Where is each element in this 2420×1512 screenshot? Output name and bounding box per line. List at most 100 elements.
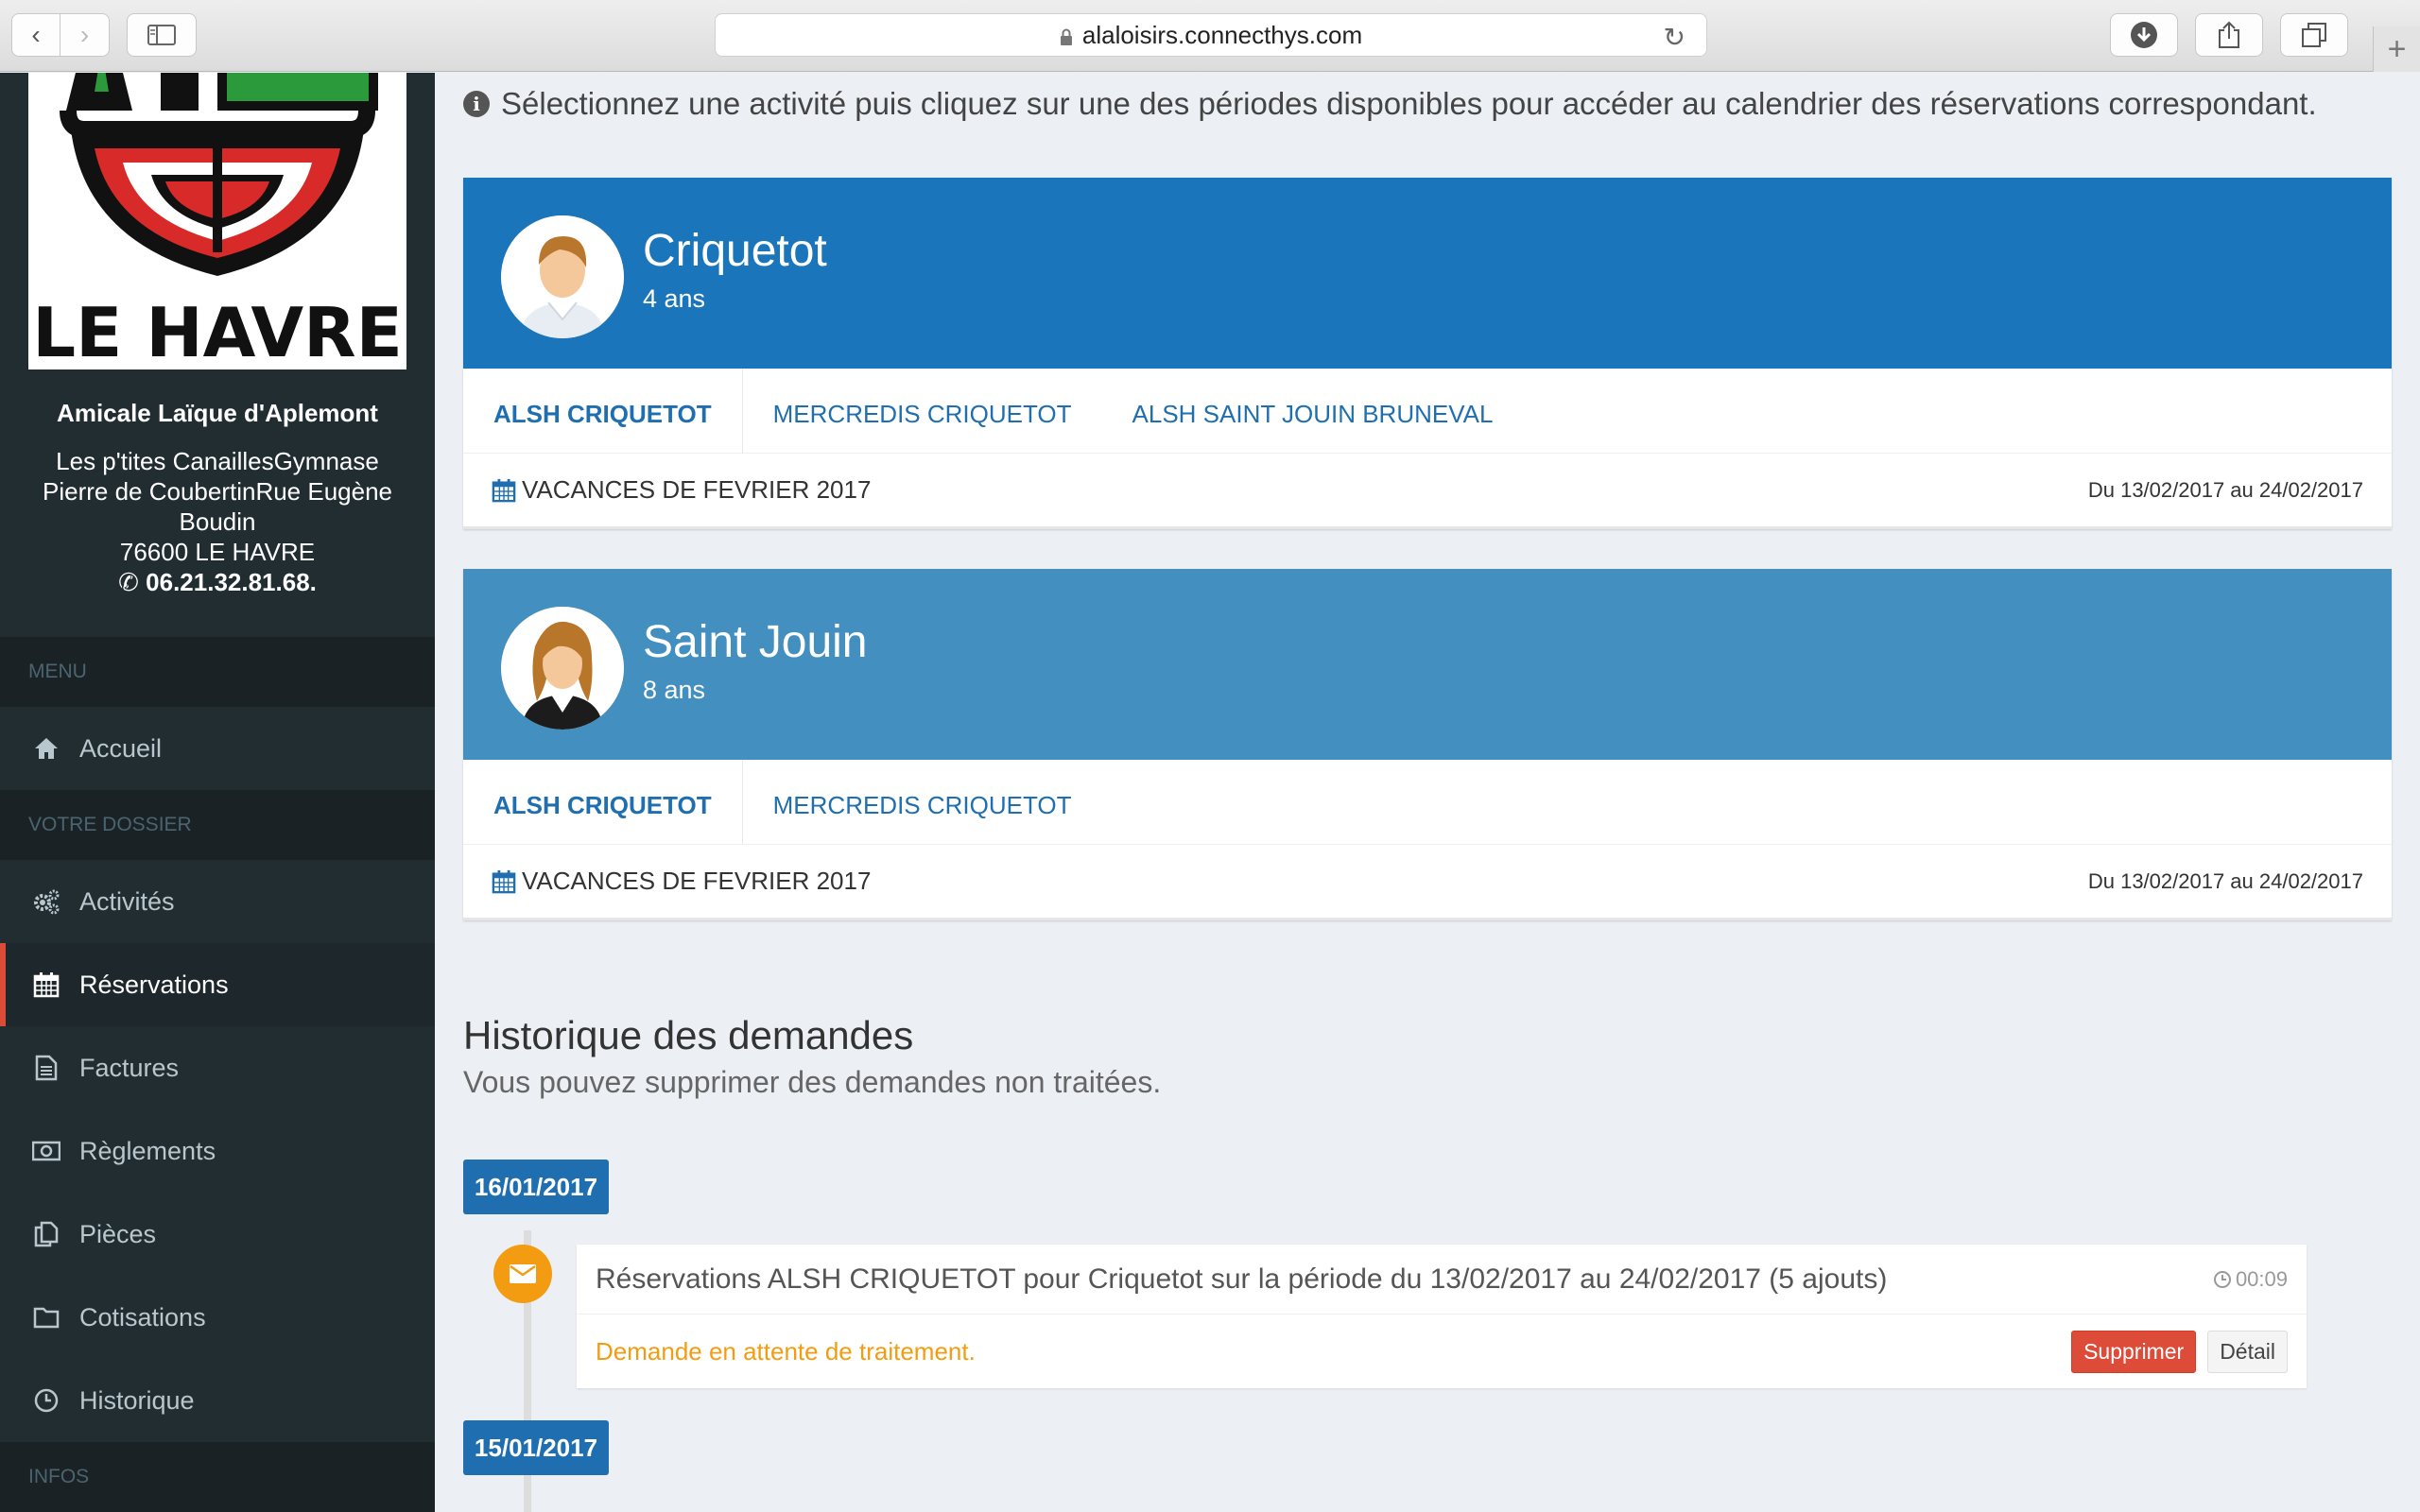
- address-line: Les p'tites CanaillesGymnase: [56, 447, 379, 475]
- cogs-icon: [32, 887, 60, 916]
- child-card: Saint Jouin 8 ans ALSH CRIQUETOT MERCRED…: [463, 569, 2392, 920]
- tab-alsh-saint-jouin-bruneval[interactable]: ALSH SAINT JOUIN BRUNEVAL: [1102, 369, 1524, 454]
- tab-mercredis-criquetot[interactable]: MERCREDIS CRIQUETOT: [743, 760, 1102, 845]
- download-icon: [2131, 22, 2157, 48]
- sidebar-item-label: Règlements: [79, 1136, 216, 1165]
- timeline-date-badge: 16/01/2017: [463, 1160, 609, 1214]
- detail-button[interactable]: Détail: [2207, 1330, 2288, 1373]
- phone-number: 06.21.32.81.68.: [146, 568, 317, 596]
- timeline-item: Réservations ALSH CRIQUETOT pour Criquet…: [577, 1245, 2307, 1388]
- folder-icon: [32, 1303, 60, 1332]
- sidebar-icon: [147, 25, 176, 45]
- tab-alsh-criquetot[interactable]: ALSH CRIQUETOT: [463, 369, 743, 454]
- envelope-icon: [493, 1245, 552, 1303]
- sidebar-item-accueil[interactable]: Accueil: [0, 707, 435, 790]
- url-text: alaloisirs.connecthys.com: [1081, 20, 1363, 49]
- sidebar-item-historique[interactable]: Historique: [0, 1359, 435, 1442]
- period-dates: Du 13/02/2017 au 24/02/2017: [2087, 477, 2363, 502]
- calendar-icon: [32, 971, 60, 999]
- period-name: VACANCES DE FEVRIER 2017: [522, 867, 872, 895]
- calendar-icon: [492, 478, 516, 502]
- infos-header: INFOS: [0, 1442, 435, 1512]
- plus-icon: +: [2387, 30, 2407, 67]
- org-name: Amicale Laïque d'Aplemont: [57, 399, 378, 427]
- lock-icon: [1060, 28, 1072, 45]
- period-dates: Du 13/02/2017 au 24/02/2017: [2087, 868, 2363, 893]
- sidebar-toggle-button[interactable]: [127, 13, 197, 57]
- activity-tabs: ALSH CRIQUETOT MERCREDIS CRIQUETOT: [463, 760, 2392, 845]
- address-line: 76600 LE HAVRE: [119, 538, 316, 566]
- delete-button[interactable]: Supprimer: [2071, 1330, 2197, 1373]
- tabs-overview-button[interactable]: [2280, 13, 2348, 57]
- sidebar: LE HAVRE Amicale Laïque d'Aplemont Les p…: [0, 73, 435, 1512]
- sidebar-item-reglements[interactable]: Règlements: [0, 1109, 435, 1193]
- avatar: [501, 607, 624, 730]
- child-card-header: Criquetot 4 ans: [463, 178, 2392, 369]
- browser-toolbar: ‹ › alaloisirs.connecthys.com ↻ +: [0, 0, 2420, 72]
- sidebar-item-label: Réservations: [79, 970, 229, 999]
- time-text: 00:09: [2235, 1266, 2288, 1291]
- back-icon: ‹: [31, 20, 41, 49]
- history-subtitle: Vous pouvez supprimer des demandes non t…: [463, 1065, 1162, 1099]
- address-line: Pierre de CoubertinRue Eugène: [42, 477, 393, 506]
- sidebar-item-factures[interactable]: Factures: [0, 1026, 435, 1109]
- sidebar-item-label: Accueil: [79, 733, 163, 763]
- share-icon: [2219, 21, 2239, 48]
- sidebar-item-reservations[interactable]: Réservations: [0, 943, 435, 1026]
- forward-button[interactable]: ›: [60, 13, 110, 57]
- tab-alsh-criquetot[interactable]: ALSH CRIQUETOT: [463, 760, 743, 845]
- new-tab-button[interactable]: +: [2373, 26, 2420, 72]
- period-row[interactable]: VACANCES DE FEVRIER 2017 Du 13/02/2017 a…: [463, 845, 2392, 920]
- dossier-header: VOTRE DOSSIER: [0, 790, 435, 860]
- child-name: Criquetot: [643, 226, 827, 276]
- address-bar[interactable]: alaloisirs.connecthys.com ↻: [715, 13, 1707, 57]
- avatar: [501, 215, 624, 338]
- phone-icon: ✆: [118, 568, 139, 596]
- phone: ✆ 06.21.32.81.68.: [28, 567, 406, 597]
- child-name: Saint Jouin: [643, 617, 868, 667]
- period-link[interactable]: VACANCES DE FEVRIER 2017: [492, 867, 871, 896]
- sidebar-item-label: Pièces: [79, 1219, 157, 1248]
- instructions: i Sélectionnez une activité puis cliquez…: [463, 86, 2317, 122]
- sidebar-item-activites[interactable]: Activités: [0, 860, 435, 943]
- forward-icon: ›: [79, 20, 90, 49]
- org-logo: LE HAVRE: [28, 73, 406, 369]
- timeline-item-body: Demande en attente de traitement. Suppri…: [577, 1314, 2307, 1388]
- money-icon: [32, 1137, 60, 1165]
- activity-tabs: ALSH CRIQUETOT MERCREDIS CRIQUETOT ALSH …: [463, 369, 2392, 454]
- child-card-header: Saint Jouin 8 ans: [463, 569, 2392, 760]
- clock-icon: [32, 1386, 60, 1415]
- period-row[interactable]: VACANCES DE FEVRIER 2017 Du 13/02/2017 a…: [463, 454, 2392, 529]
- child-age: 8 ans: [643, 676, 706, 704]
- sidebar-item-label: Historique: [79, 1385, 195, 1415]
- child-card: Criquetot 4 ans ALSH CRIQUETOT MERCREDIS…: [463, 178, 2392, 529]
- request-time: 00:09: [2213, 1267, 2288, 1292]
- file-text-icon: [32, 1054, 60, 1082]
- sidebar-item-cotisations[interactable]: Cotisations: [0, 1276, 435, 1359]
- timeline-date-badge: 15/01/2017: [463, 1420, 609, 1475]
- request-actions: Supprimer Détail: [2071, 1330, 2288, 1373]
- downloads-button[interactable]: [2110, 13, 2178, 57]
- main-content: i Sélectionnez une activité puis cliquez…: [435, 73, 2420, 1512]
- reload-icon[interactable]: ↻: [1664, 22, 1685, 53]
- period-link[interactable]: VACANCES DE FEVRIER 2017: [492, 475, 871, 505]
- info-icon: i: [463, 91, 490, 117]
- nav-buttons: ‹ ›: [11, 13, 110, 57]
- home-icon: [32, 734, 60, 763]
- sidebar-item-label: Activités: [79, 886, 175, 916]
- menu-header: MENU: [0, 637, 435, 707]
- calendar-icon: [492, 869, 516, 893]
- logo-graphic: LE HAVRE: [32, 73, 403, 369]
- address-line: Boudin: [179, 507, 256, 536]
- period-name: VACANCES DE FEVRIER 2017: [522, 475, 872, 504]
- sidebar-item-label: Factures: [79, 1053, 180, 1082]
- share-button[interactable]: [2195, 13, 2263, 57]
- org-address: Les p'tites CanaillesGymnase Pierre de C…: [28, 446, 406, 597]
- tab-mercredis-criquetot[interactable]: MERCREDIS CRIQUETOT: [743, 369, 1102, 454]
- tabs-icon: [2302, 23, 2326, 47]
- sidebar-item-pieces[interactable]: Pièces: [0, 1193, 435, 1276]
- child-age: 4 ans: [643, 284, 706, 313]
- copy-icon: [32, 1220, 60, 1248]
- instructions-text: Sélectionnez une activité puis cliquez s…: [501, 86, 2317, 121]
- back-button[interactable]: ‹: [11, 13, 60, 57]
